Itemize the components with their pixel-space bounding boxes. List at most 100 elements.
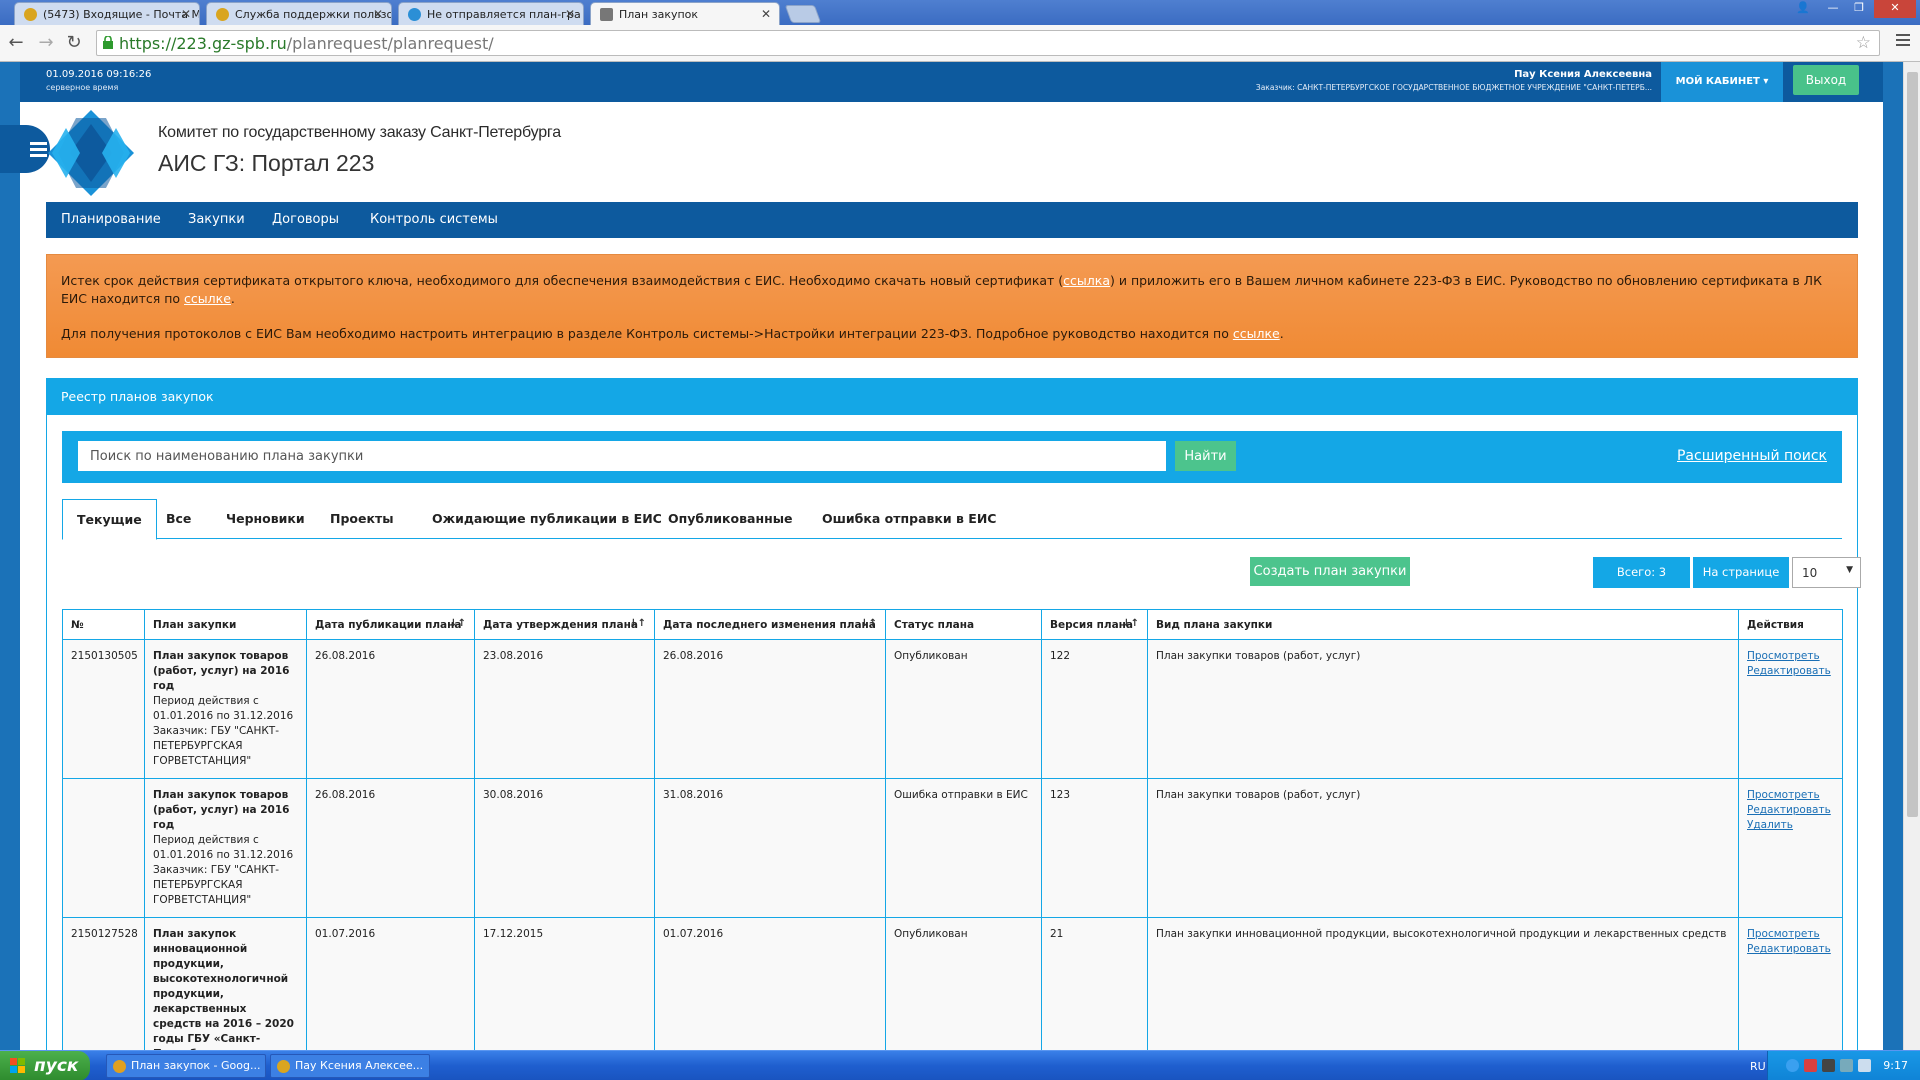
per-page-label: На странице xyxy=(1693,557,1789,588)
certificate-alert: Истек срок действия сертификата открытог… xyxy=(46,254,1858,358)
back-icon[interactable]: ← xyxy=(6,33,26,53)
browser-tab-schedule[interactable]: Не отправляется план-гра ✕ xyxy=(398,2,584,25)
url-host: https://223.gz-spb.ru xyxy=(119,34,287,53)
nav-contracts[interactable]: Договоры xyxy=(272,212,339,227)
left-gutter xyxy=(0,62,20,1050)
sort-icon[interactable]: ↓↑ xyxy=(860,618,877,629)
column-header-pub-date[interactable]: Дата публикации плана ↓↑ xyxy=(306,609,475,640)
nav-purchases[interactable]: Закупки xyxy=(188,212,245,227)
portal-title: АИС ГЗ: Портал 223 xyxy=(158,150,375,176)
column-header-kind: Вид плана закупки xyxy=(1147,609,1739,640)
column-header-label: Дата публикации плана xyxy=(315,618,462,631)
cell-status: Опубликован xyxy=(885,639,1042,779)
user-icon[interactable]: 👤 xyxy=(1790,0,1816,18)
url-text: https://223.gz-spb.ru/planrequest/planre… xyxy=(119,34,494,53)
edit-link[interactable]: Редактировать xyxy=(1747,664,1834,679)
integration-guide-link[interactable]: ссылке xyxy=(1233,326,1280,341)
sort-icon[interactable]: ↓↑ xyxy=(449,618,466,629)
nav-system-control[interactable]: Контроль системы xyxy=(370,212,498,227)
nav-planning[interactable]: Планирование xyxy=(61,212,161,227)
language-indicator[interactable]: RU xyxy=(1750,1060,1766,1073)
tab-published[interactable]: Опубликованные xyxy=(654,499,807,539)
find-button[interactable]: Найти xyxy=(1175,441,1236,471)
restore-button[interactable]: ❐ xyxy=(1846,0,1872,18)
plans-table: № План закупки Дата публикации плана ↓↑ Д… xyxy=(62,609,1843,1050)
tray-display-icon[interactable] xyxy=(1822,1059,1835,1072)
advanced-search-link[interactable]: Расширенный поиск xyxy=(1677,448,1827,464)
browser-toolbar: ← → ↻ https://223.gz-spb.ru/planrequest/… xyxy=(0,25,1920,62)
edit-link[interactable]: Редактировать xyxy=(1747,942,1834,957)
star-icon[interactable]: ☆ xyxy=(1856,33,1871,53)
sort-icon[interactable]: ↓↑ xyxy=(629,618,646,629)
column-header-approve-date[interactable]: Дата утверждения плана ↓↑ xyxy=(474,609,655,640)
create-plan-button[interactable]: Создать план закупки xyxy=(1250,557,1410,586)
reload-icon[interactable]: ↻ xyxy=(64,33,84,53)
page-scrollbar[interactable] xyxy=(1903,62,1920,1050)
taskbar-item-user[interactable]: Пау Ксения Алексее... xyxy=(270,1054,430,1078)
tab-projects[interactable]: Проекты xyxy=(316,499,408,539)
view-link[interactable]: Просмотреть xyxy=(1747,788,1834,803)
table-header-row: № План закупки Дата публикации плана ↓↑ Д… xyxy=(62,609,1843,640)
certificate-download-link[interactable]: ссылка xyxy=(1063,273,1110,288)
tray-security-icon[interactable] xyxy=(1840,1059,1853,1072)
close-icon[interactable]: ✕ xyxy=(373,7,383,21)
taskbar-item-browser[interactable]: План закупок - Goog... xyxy=(106,1054,266,1078)
dropdown-arrow-icon: ▼ xyxy=(1846,565,1853,575)
hamburger-menu-icon[interactable] xyxy=(0,125,50,173)
tray-volume-icon[interactable] xyxy=(1858,1059,1871,1072)
table-row: План закупок товаров (работ, услуг) на 2… xyxy=(62,778,1843,918)
window-close-button[interactable]: ✕ xyxy=(1874,0,1916,18)
cell-status: Ошибка отправки в ЕИС xyxy=(885,778,1042,918)
close-icon[interactable]: ✕ xyxy=(565,7,575,21)
new-tab-button[interactable] xyxy=(784,5,822,23)
close-icon[interactable]: ✕ xyxy=(181,7,191,21)
cell-pub-date: 26.08.2016 xyxy=(306,778,475,918)
delete-link[interactable]: Удалить xyxy=(1747,818,1834,833)
sort-icon[interactable]: ↓↑ xyxy=(1122,618,1139,629)
forward-icon[interactable]: → xyxy=(36,33,56,53)
close-icon[interactable]: ✕ xyxy=(761,7,771,21)
browser-tab-title: Служба поддержки пользо xyxy=(235,8,392,21)
column-header-number: № xyxy=(62,609,145,640)
certificate-guide-link[interactable]: ссылке xyxy=(184,291,231,306)
edit-link[interactable]: Редактировать xyxy=(1747,803,1834,818)
browser-tab-plan[interactable]: План закупок ✕ xyxy=(590,2,780,26)
cell-actions: Просмотреть Редактировать Удалить xyxy=(1738,778,1843,918)
cell-pub-date: 01.07.2016 xyxy=(306,917,475,1050)
tab-send-error[interactable]: Ошибка отправки в ЕИС xyxy=(808,499,1010,539)
cell-version: 21 xyxy=(1041,917,1148,1050)
view-link[interactable]: Просмотреть xyxy=(1747,649,1834,664)
address-bar[interactable]: https://223.gz-spb.ru/planrequest/planre… xyxy=(96,30,1880,56)
browser-menu-icon[interactable] xyxy=(1896,34,1910,49)
logout-button[interactable]: Выход xyxy=(1793,65,1859,95)
browser-tab-support[interactable]: Служба поддержки пользо ✕ xyxy=(206,2,392,25)
tray-alert-icon[interactable] xyxy=(1804,1059,1817,1072)
cell-plan: План закупок товаров (работ, услуг) на 2… xyxy=(144,639,307,779)
column-header-version[interactable]: Версия плана ↓↑ xyxy=(1041,609,1148,640)
scrollbar-thumb[interactable] xyxy=(1907,72,1918,817)
support-favicon-icon xyxy=(216,8,229,21)
url-path: /planrequest/planrequest/ xyxy=(286,34,494,53)
column-header-change-date[interactable]: Дата последнего изменения плана ↓↑ xyxy=(654,609,886,640)
per-page-select[interactable]: 10 ▼ xyxy=(1792,557,1861,588)
view-link[interactable]: Просмотреть xyxy=(1747,927,1834,942)
minimize-button[interactable]: — xyxy=(1820,0,1846,18)
browser-tab-mail[interactable]: (5473) Входящие - Почта M ✕ xyxy=(14,2,200,25)
search-input[interactable] xyxy=(78,441,1166,471)
chrome-icon xyxy=(113,1060,126,1073)
tab-awaiting-publication[interactable]: Ожидающие публикации в ЕИС xyxy=(418,499,676,539)
tab-current[interactable]: Текущие xyxy=(62,499,157,540)
tab-all[interactable]: Все xyxy=(152,499,205,539)
column-header-label: Дата последнего изменения плана xyxy=(663,618,876,631)
my-cabinet-button[interactable]: МОЙ КАБИНЕТ ▾ xyxy=(1661,62,1783,102)
start-label: пуск xyxy=(34,1056,79,1076)
cell-plan: План закупок товаров (работ, услуг) на 2… xyxy=(144,778,307,918)
start-button[interactable]: пуск xyxy=(0,1051,90,1080)
plan-title: План закупок инновационной продукции, вы… xyxy=(153,928,294,1050)
tab-drafts[interactable]: Черновики xyxy=(212,499,319,539)
alert-text: Истек срок действия сертификата открытог… xyxy=(61,273,1064,288)
tray-network-icon[interactable] xyxy=(1786,1059,1799,1072)
total-count: Всего: 3 xyxy=(1593,557,1690,588)
right-gutter xyxy=(1883,62,1903,1050)
cell-pub-date: 26.08.2016 xyxy=(306,639,475,779)
